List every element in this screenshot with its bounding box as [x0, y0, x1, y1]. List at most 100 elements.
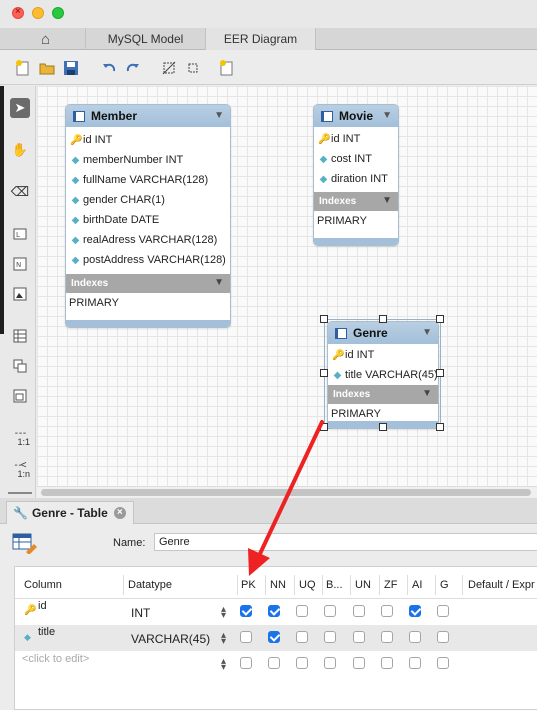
genre-table-figure[interactable]: Genre ▼ 🔑 id INT ◆ title VARCHAR(45) Index… [327, 321, 439, 429]
member-table-figure[interactable]: Member ▼ 🔑 id INT ◆ memberNumber INT ◆ full… [65, 104, 231, 328]
resize-handle[interactable] [320, 369, 328, 377]
checkbox-zf[interactable] [381, 657, 393, 669]
header-column[interactable]: Column [24, 579, 62, 591]
row-datatype[interactable]: INT [131, 606, 150, 620]
movie-indexes-header[interactable]: Indexes ▼ [314, 192, 398, 211]
movie-column-cost[interactable]: ◆ cost INT [314, 149, 398, 169]
click-to-edit-placeholder[interactable]: <click to edit> [22, 653, 89, 665]
checkbox-binary[interactable] [324, 631, 336, 643]
table-row-id[interactable]: 🔑 id INT ▴ ▾ [15, 599, 537, 625]
checkbox-zf[interactable] [381, 631, 393, 643]
genre-indexes-header[interactable]: Indexes ▼ [328, 385, 438, 404]
member-index-primary[interactable]: PRIMARY [66, 293, 230, 313]
one-to-one-relationship-tool[interactable]: - - - 1:1 [10, 428, 30, 448]
checkbox-binary[interactable] [324, 605, 336, 617]
relationship-tool-more[interactable] [8, 492, 32, 494]
scrollbar-thumb[interactable] [41, 489, 531, 496]
checkbox-nn[interactable] [268, 657, 280, 669]
checkbox-g[interactable] [437, 657, 449, 669]
member-column-postaddress[interactable]: ◆ postAddress VARCHAR(128) [66, 250, 230, 270]
header-un[interactable]: UN [355, 579, 371, 591]
checkbox-un[interactable] [353, 631, 365, 643]
checkbox-ai[interactable] [409, 605, 421, 617]
row-column-name[interactable]: title [38, 626, 55, 638]
header-g[interactable]: G [440, 579, 449, 591]
canvas-horizontal-scrollbar[interactable] [37, 486, 537, 498]
collapse-triangle-icon[interactable]: ▼ [214, 110, 224, 121]
collapse-triangle-icon[interactable]: ▼ [214, 277, 224, 288]
movie-table-figure[interactable]: Movie ▼ 🔑 id INT ◆ cost INT ◆ diration INT … [313, 104, 399, 246]
header-datatype[interactable]: Datatype [128, 579, 172, 591]
layer-tool-icon[interactable]: L [10, 224, 30, 244]
tab-mysql-model[interactable]: MySQL Model [86, 28, 206, 50]
row-column-name[interactable]: id [38, 600, 47, 612]
checkbox-nn[interactable] [268, 631, 280, 643]
member-column-realadress[interactable]: ◆ realAdress VARCHAR(128) [66, 230, 230, 250]
header-nn[interactable]: NN [270, 579, 286, 591]
member-column-fullname[interactable]: ◆ fullName VARCHAR(128) [66, 170, 230, 190]
genre-table-header[interactable]: Genre ▼ [328, 322, 438, 344]
hand-tool-icon[interactable]: ✋ [10, 140, 30, 160]
note-tool-icon[interactable]: N [10, 254, 30, 274]
row-datatype[interactable]: VARCHAR(45) [131, 632, 210, 646]
resize-handle[interactable] [379, 315, 387, 323]
checkbox-uq[interactable] [296, 605, 308, 617]
resize-handle[interactable] [436, 369, 444, 377]
toggle-grid-icon[interactable] [160, 59, 178, 77]
table-row-title[interactable]: ◆ title VARCHAR(45) ▴ ▾ [15, 625, 537, 651]
header-uq[interactable]: UQ [299, 579, 316, 591]
collapse-triangle-icon[interactable]: ▼ [422, 327, 432, 338]
collapse-triangle-icon[interactable]: ▼ [382, 195, 392, 206]
new-diagram-icon[interactable] [217, 59, 235, 77]
datatype-stepper-icon[interactable]: ▴ ▾ [221, 657, 226, 673]
movie-column-diration[interactable]: ◆ diration INT [314, 169, 398, 189]
header-binary[interactable]: B... [326, 579, 343, 591]
checkbox-zf[interactable] [381, 605, 393, 617]
resize-handle[interactable] [436, 315, 444, 323]
checkbox-uq[interactable] [296, 631, 308, 643]
checkbox-g[interactable] [437, 605, 449, 617]
tab-genre-table[interactable]: 🔧 Genre - Table × [6, 501, 134, 524]
save-icon[interactable] [62, 59, 80, 77]
checkbox-un[interactable] [353, 657, 365, 669]
one-to-many-relationship-tool[interactable]: - -< 1:n [10, 460, 30, 480]
datatype-stepper-icon[interactable]: ▴ ▾ [221, 631, 226, 647]
resize-handle[interactable] [320, 423, 328, 431]
align-grid-icon[interactable] [184, 59, 202, 77]
routine-group-tool-icon[interactable] [10, 386, 30, 406]
movie-index-primary[interactable]: PRIMARY [314, 211, 398, 231]
eer-diagram-canvas[interactable]: Member ▼ 🔑 id INT ◆ memberNumber INT ◆ full… [37, 86, 537, 486]
undo-icon[interactable] [100, 59, 118, 77]
checkbox-uq[interactable] [296, 657, 308, 669]
new-document-icon[interactable] [14, 59, 32, 77]
open-folder-icon[interactable] [38, 59, 56, 77]
image-tool-icon[interactable] [10, 284, 30, 304]
header-pk[interactable]: PK [241, 579, 256, 591]
header-zf[interactable]: ZF [384, 579, 397, 591]
tab-eer-diagram[interactable]: EER Diagram [206, 28, 316, 50]
datatype-stepper-icon[interactable]: ▴ ▾ [221, 605, 226, 621]
member-column-membernumber[interactable]: ◆ memberNumber INT [66, 150, 230, 170]
collapse-triangle-icon[interactable]: ▼ [382, 110, 392, 121]
collapse-triangle-icon[interactable]: ▼ [422, 388, 432, 399]
checkbox-un[interactable] [353, 605, 365, 617]
eraser-tool-icon[interactable]: ⌫ [10, 182, 30, 202]
checkbox-pk[interactable] [240, 657, 252, 669]
checkbox-g[interactable] [437, 631, 449, 643]
checkbox-nn[interactable] [268, 605, 280, 617]
checkbox-pk[interactable] [240, 631, 252, 643]
checkbox-ai[interactable] [409, 631, 421, 643]
resize-handle[interactable] [320, 315, 328, 323]
resize-handle[interactable] [379, 423, 387, 431]
member-table-header[interactable]: Member ▼ [66, 105, 230, 127]
table-name-input[interactable]: Genre [154, 533, 537, 551]
table-tool-icon[interactable] [10, 326, 30, 346]
view-tool-icon[interactable] [10, 356, 30, 376]
resize-handle[interactable] [436, 423, 444, 431]
pointer-tool-icon[interactable]: ➤ [10, 98, 30, 118]
table-row-new[interactable]: <click to edit> ▴ ▾ [15, 651, 537, 677]
redo-icon[interactable] [124, 59, 142, 77]
close-window-button[interactable] [12, 6, 24, 19]
checkbox-pk[interactable] [240, 605, 252, 617]
minimize-window-button[interactable] [32, 7, 44, 19]
